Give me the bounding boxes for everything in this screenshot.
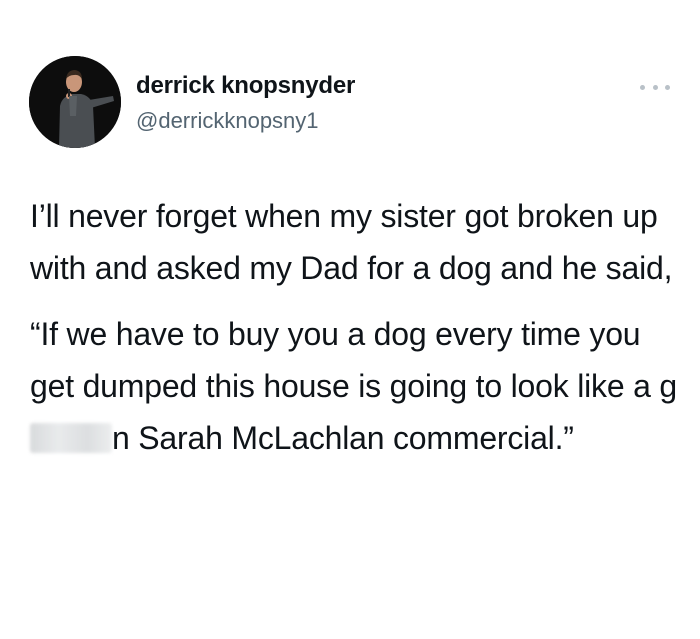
avatar[interactable] [29,56,121,148]
tweet-card: derrick knopsnyder @derrickknopsny1 I’ll… [0,0,700,639]
dot [665,84,670,90]
author-name[interactable]: derrick knopsnyder [136,72,355,100]
tweet-quote-start: “If we have to buy you a dog every time … [30,316,678,404]
avatar-photo [29,56,121,148]
tweet-paragraph: “If we have to buy you a dog every time … [30,308,680,464]
dot [652,84,658,90]
author-handle[interactable]: @derrickknopsny1 [136,108,319,134]
dot [640,84,645,90]
censored-word-blur [30,423,112,453]
tweet-text: I’ll never forget when my sister got bro… [30,190,680,464]
more-horizontal-icon[interactable] [640,80,670,94]
tweet-paragraph: I’ll never forget when my sister got bro… [30,198,673,286]
tweet-quote-end: n Sarah McLachlan commercial.” [112,420,574,456]
